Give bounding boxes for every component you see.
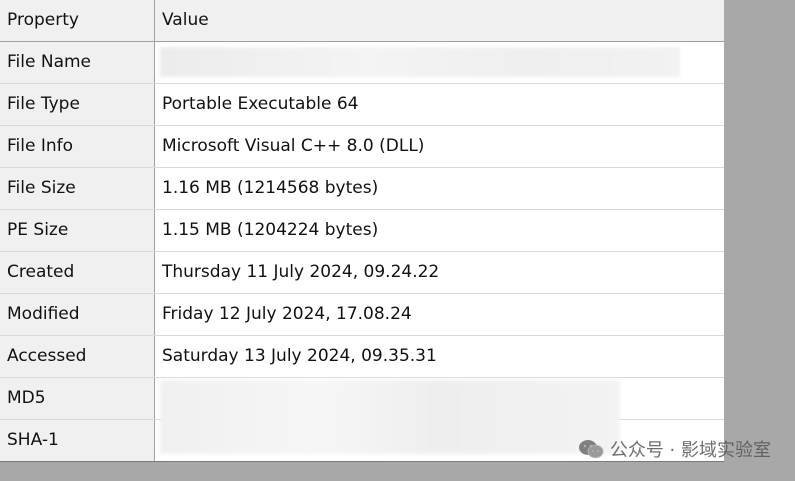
property-cell: File Size — [0, 168, 155, 209]
column-header-value[interactable]: Value — [155, 0, 724, 41]
property-cell: PE Size — [0, 210, 155, 251]
table-header-row: Property Value — [0, 0, 724, 42]
table-row[interactable]: File Info Microsoft Visual C++ 8.0 (DLL) — [0, 126, 724, 168]
table-row[interactable]: File Size 1.16 MB (1214568 bytes) — [0, 168, 724, 210]
property-cell: SHA-1 — [0, 420, 155, 461]
property-cell: File Type — [0, 84, 155, 125]
property-cell: Created — [0, 252, 155, 293]
property-cell: File Name — [0, 42, 155, 83]
hash-redaction-blur — [160, 380, 620, 454]
table-row[interactable]: PE Size 1.15 MB (1204224 bytes) — [0, 210, 724, 252]
table-row[interactable]: Created Thursday 11 July 2024, 09.24.22 — [0, 252, 724, 294]
table-row[interactable]: Accessed Saturday 13 July 2024, 09.35.31 — [0, 336, 724, 378]
table-row[interactable]: File Name — [0, 42, 724, 84]
value-cell: Thursday 11 July 2024, 09.24.22 — [155, 252, 724, 293]
property-cell: Modified — [0, 294, 155, 335]
file-properties-panel: Property Value File Name File Type Porta… — [0, 0, 795, 481]
value-cell: Friday 12 July 2024, 17.08.24 — [155, 294, 724, 335]
column-header-property[interactable]: Property — [0, 0, 155, 41]
value-cell: 1.15 MB (1204224 bytes) — [155, 210, 724, 251]
value-cell-redacted — [155, 42, 724, 83]
property-cell: Accessed — [0, 336, 155, 377]
watermark: 公众号 · 影域实验室 — [578, 436, 771, 462]
property-cell: File Info — [0, 126, 155, 167]
properties-table: Property Value File Name File Type Porta… — [0, 0, 724, 462]
value-cell: Saturday 13 July 2024, 09.35.31 — [155, 336, 724, 377]
value-cell: 1.16 MB (1214568 bytes) — [155, 168, 724, 209]
wechat-icon — [578, 440, 604, 459]
table-row[interactable]: File Type Portable Executable 64 — [0, 84, 724, 126]
value-cell: Portable Executable 64 — [155, 84, 724, 125]
watermark-text: 公众号 · 影域实验室 — [609, 440, 771, 461]
value-cell: Microsoft Visual C++ 8.0 (DLL) — [155, 126, 724, 167]
table-row[interactable]: Modified Friday 12 July 2024, 17.08.24 — [0, 294, 724, 336]
property-cell: MD5 — [0, 378, 155, 419]
redaction-blur — [160, 47, 680, 77]
